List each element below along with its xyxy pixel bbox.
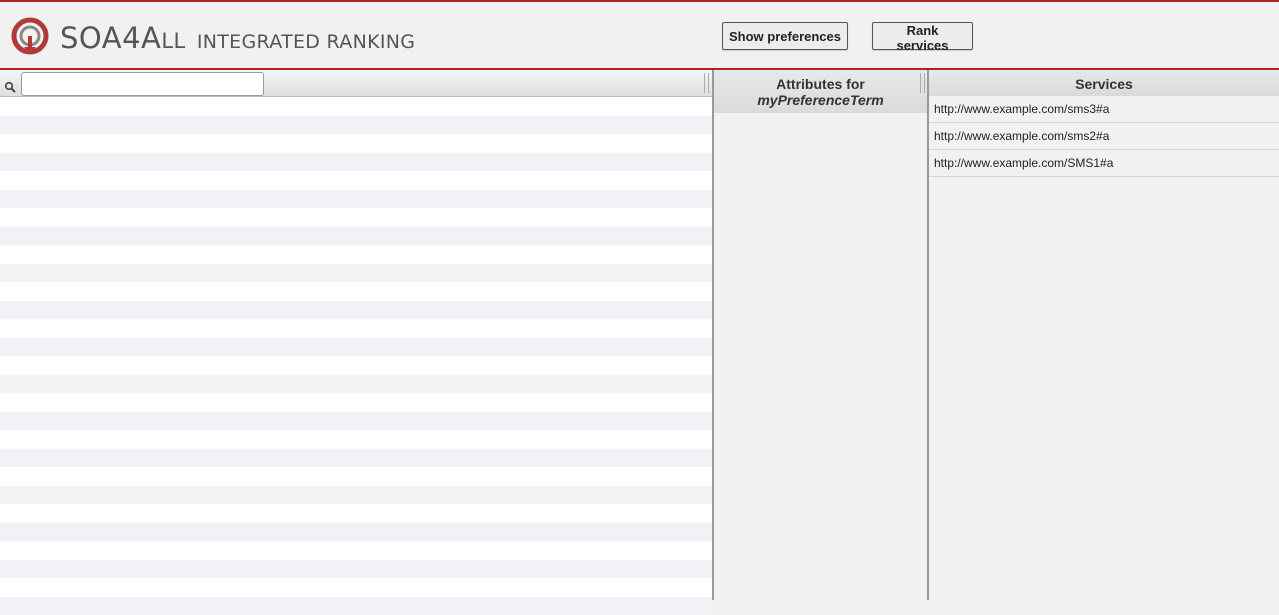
tree-row[interactable] [0, 134, 712, 153]
preference-tree-pane [0, 70, 712, 600]
rank-services-button[interactable]: Rank services [872, 22, 973, 50]
soa4all-logo-icon [11, 17, 49, 55]
tree-row[interactable] [0, 578, 712, 597]
search-input[interactable] [21, 72, 264, 96]
tree-row[interactable] [0, 190, 712, 209]
search-icon [4, 81, 16, 93]
tree-row[interactable] [0, 319, 712, 338]
tree-row[interactable] [0, 597, 712, 615]
tree-row[interactable] [0, 356, 712, 375]
tree-row[interactable] [0, 171, 712, 190]
services-list: http://www.example.com/sms3#a http://www… [929, 96, 1279, 177]
attributes-pane: Attributes for myPreferenceTerm [714, 70, 927, 600]
brand-subtitle: INTEGRATED RANKING [197, 31, 415, 53]
tree-row[interactable] [0, 430, 712, 449]
tree-rows [0, 97, 712, 600]
tree-row[interactable] [0, 282, 712, 301]
pane-resize-handle[interactable] [704, 73, 709, 93]
tree-row[interactable] [0, 153, 712, 172]
attributes-title: Attributes for [714, 76, 927, 92]
services-header: Services [929, 70, 1279, 96]
tree-row[interactable] [0, 208, 712, 227]
pane-resize-handle[interactable] [920, 73, 925, 93]
attributes-term: myPreferenceTerm [714, 92, 927, 108]
search-toolbar [0, 70, 712, 97]
tree-row[interactable] [0, 245, 712, 264]
service-item[interactable]: http://www.example.com/sms3#a [929, 96, 1279, 123]
tree-row[interactable] [0, 560, 712, 579]
app-header: SOA4ALL INTEGRATED RANKING Show preferen… [0, 0, 1279, 70]
tree-row[interactable] [0, 449, 712, 468]
services-pane: Services http://www.example.com/sms3#a h… [929, 70, 1279, 600]
tree-row[interactable] [0, 393, 712, 412]
tree-row[interactable] [0, 116, 712, 135]
tree-row[interactable] [0, 97, 712, 116]
tree-row[interactable] [0, 227, 712, 246]
service-item[interactable]: http://www.example.com/SMS1#a [929, 150, 1279, 177]
tree-row[interactable] [0, 504, 712, 523]
tree-row[interactable] [0, 541, 712, 560]
service-item[interactable]: http://www.example.com/sms2#a [929, 123, 1279, 150]
brand-title: SOA4ALL INTEGRATED RANKING [60, 21, 415, 55]
show-preferences-button[interactable]: Show preferences [722, 22, 848, 50]
tree-row[interactable] [0, 467, 712, 486]
attributes-header: Attributes for myPreferenceTerm [714, 70, 927, 113]
tree-row[interactable] [0, 301, 712, 320]
tree-row[interactable] [0, 375, 712, 394]
tree-row[interactable] [0, 523, 712, 542]
tree-row[interactable] [0, 338, 712, 357]
tree-row[interactable] [0, 412, 712, 431]
tree-row[interactable] [0, 486, 712, 505]
brand-main: SOA4ALL [60, 21, 186, 55]
tree-row[interactable] [0, 264, 712, 283]
